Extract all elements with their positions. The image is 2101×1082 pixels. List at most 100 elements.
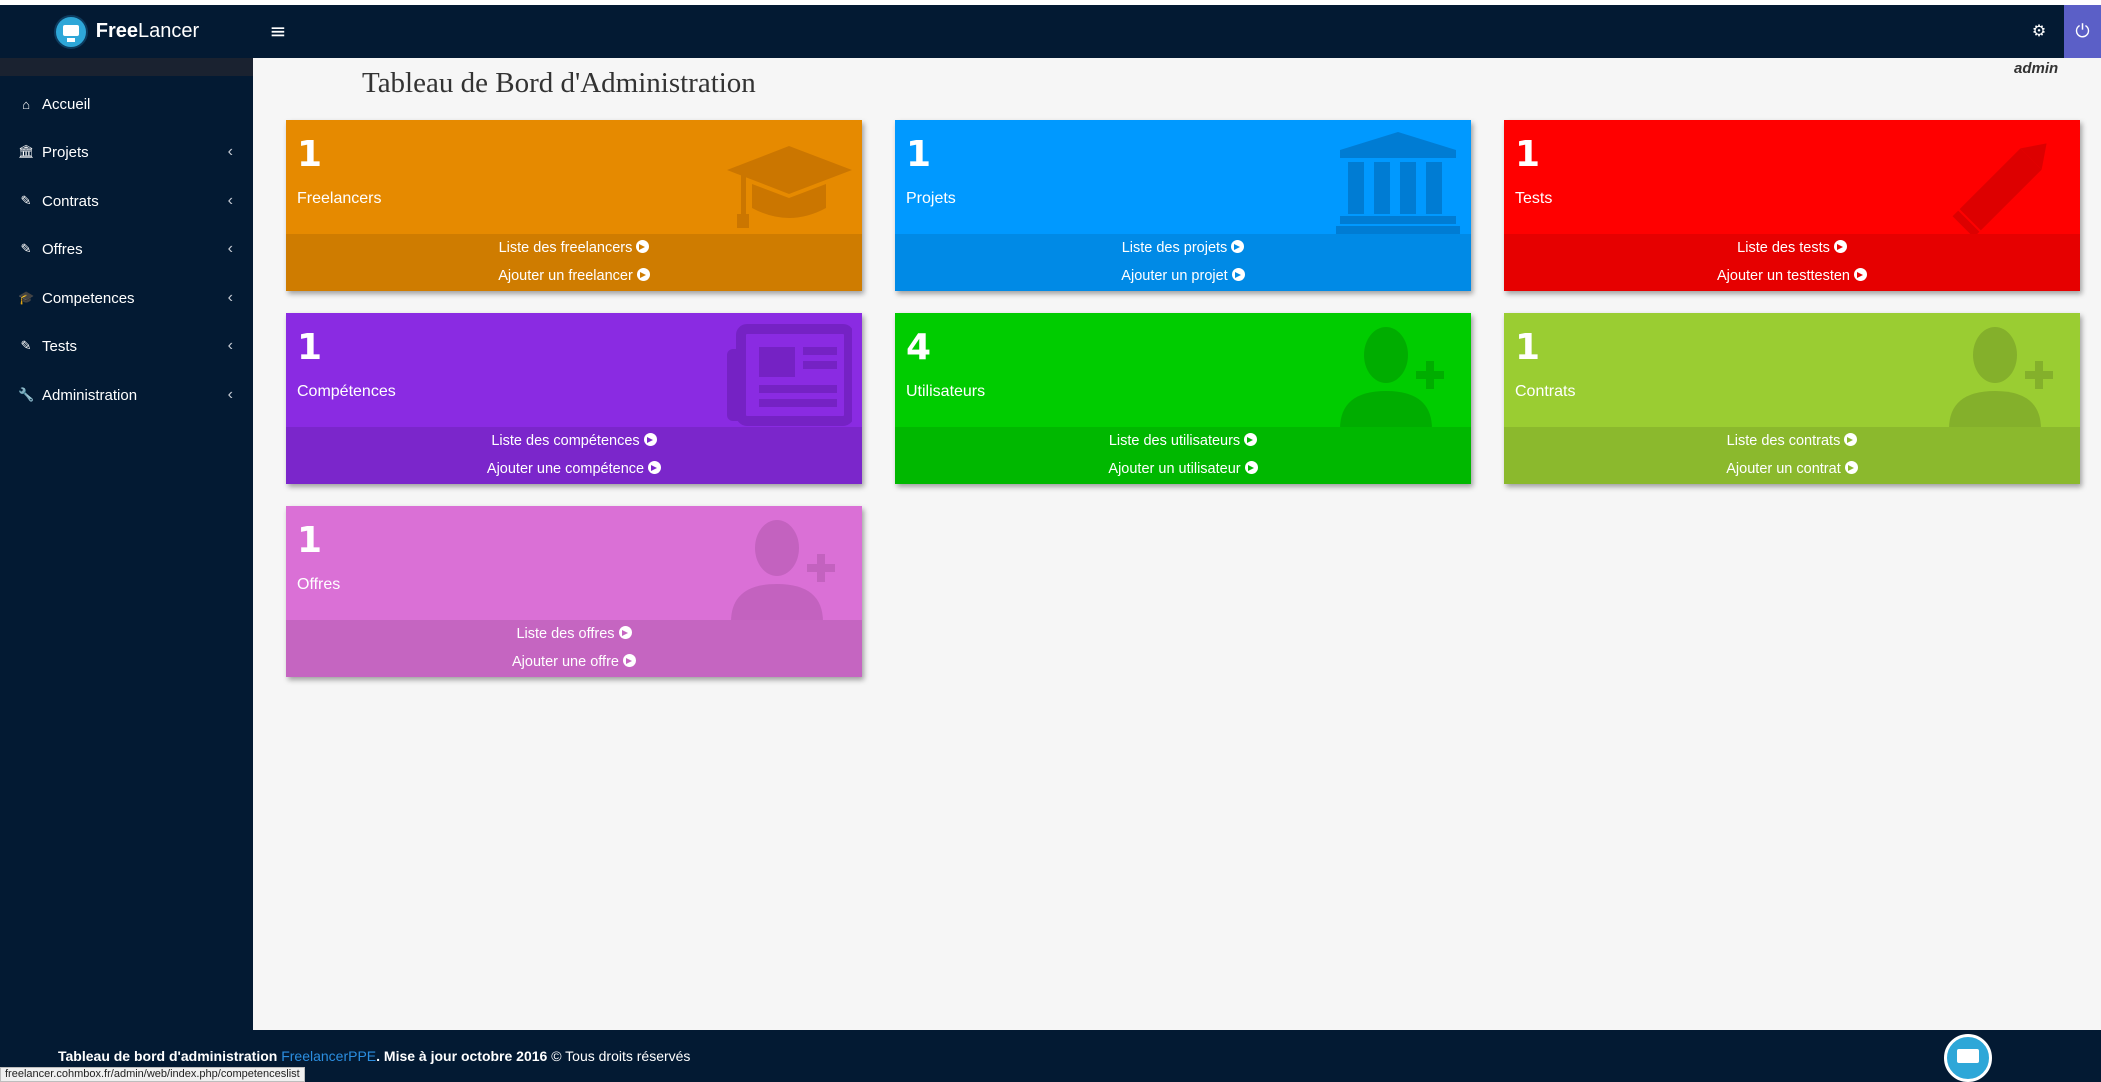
stat-card: 1 Compétences Liste des compétences Ajou…	[286, 313, 862, 484]
chevron-left-icon: ‹	[227, 386, 233, 403]
add-link-label: Ajouter une compétence	[486, 461, 645, 477]
footer-updated: . Mise à jour octobre 2016	[376, 1048, 548, 1064]
stat-card-footer: Liste des tests Ajouter un testtesten	[1504, 234, 2080, 291]
user-plus-icon	[1945, 321, 2070, 431]
add-link-label: Ajouter un freelancer	[498, 268, 633, 284]
footer-rights: © Tous droits réservés	[547, 1048, 691, 1064]
stat-card: 4 Utilisateurs Liste des utilisateurs Aj…	[895, 313, 1471, 484]
page-title: Tableau de Bord d'Administration	[362, 67, 756, 99]
arrow-circle-right-icon	[636, 268, 650, 281]
stat-label: Offres	[297, 576, 341, 593]
add-link[interactable]: Ajouter un utilisateur	[895, 461, 1471, 477]
top-navbar: FreeLancer ≡ ⚙ ⏻	[0, 5, 2101, 58]
list-link-label: Liste des contrats	[1726, 433, 1841, 449]
list-link[interactable]: Liste des contrats	[1504, 433, 2080, 449]
stat-card-footer: Liste des projets Ajouter un projet	[895, 234, 1471, 291]
footer-brand-link[interactable]: FreelancerPPE	[281, 1048, 376, 1064]
pencil-icon: ✎	[20, 338, 32, 353]
brand-logo[interactable]: FreeLancer	[0, 5, 253, 58]
list-link[interactable]: Liste des projets	[895, 240, 1471, 256]
list-link[interactable]: Liste des utilisateurs	[895, 433, 1471, 449]
bank-icon	[1336, 128, 1461, 238]
sidebar-item-label: Offres	[42, 240, 83, 258]
list-link[interactable]: Liste des tests	[1504, 240, 2080, 256]
home-icon: ⌂	[22, 96, 30, 112]
arrow-circle-right-icon	[1231, 268, 1245, 281]
stat-card-footer: Liste des freelancers Ajouter un freelan…	[286, 234, 862, 291]
stat-label: Utilisateurs	[906, 383, 986, 400]
stat-card-footer: Liste des contrats Ajouter un contrat	[1504, 427, 2080, 484]
list-link-label: Liste des compétences	[491, 433, 640, 449]
list-link-label: Liste des utilisateurs	[1108, 433, 1241, 449]
stat-count: 1	[1515, 327, 1541, 368]
list-link[interactable]: Liste des offres	[286, 626, 862, 642]
arrow-circle-right-icon	[1854, 268, 1867, 281]
add-link-label: Ajouter un projet	[1121, 268, 1228, 284]
add-link-label: Ajouter une offre	[512, 654, 619, 670]
add-link[interactable]: Ajouter une offre	[286, 654, 862, 670]
sidebar-item-projets[interactable]: 🏛 Projets ‹	[0, 128, 253, 176]
stat-card: 1 Contrats Liste des contrats Ajouter un…	[1504, 313, 2080, 484]
pencil-icon	[1945, 128, 2070, 238]
stat-card: 1 Projets Liste des projets Ajouter un p…	[895, 120, 1471, 291]
add-link-label: Ajouter un testtesten	[1717, 268, 1850, 284]
hamburger-icon[interactable]: ≡	[266, 17, 290, 45]
freelancer-logo-icon	[53, 14, 88, 49]
status-bar-url: freelancer.cohmbox.fr/admin/web/index.ph…	[0, 1067, 305, 1082]
list-link-label: Liste des tests	[1737, 240, 1830, 256]
sidebar-item-administration[interactable]: 🔧 Administration ‹	[0, 371, 253, 419]
sidebar-item-label: Projets	[42, 143, 89, 161]
current-user-label[interactable]: admin	[2014, 60, 2058, 77]
stat-card-footer: Liste des utilisateurs Ajouter un utilis…	[895, 427, 1471, 484]
sidebar: ⌂ Accueil 🏛 Projets ‹ ✎ Contrats ‹ ✎ Off…	[0, 58, 253, 1030]
add-link-label: Ajouter un contrat	[1726, 461, 1841, 477]
user-plus-icon	[1336, 321, 1461, 431]
footer-prefix: Tableau de bord d'administration	[58, 1048, 282, 1064]
arrow-circle-right-icon	[1844, 433, 1858, 446]
chevron-left-icon: ‹	[227, 289, 233, 306]
stat-label: Projets	[906, 190, 956, 207]
stat-count: 1	[297, 134, 323, 175]
power-icon: ⏻	[2075, 21, 2090, 42]
sidebar-item-competences[interactable]: 🎓 Competences ‹	[0, 274, 253, 322]
arrow-circle-right-icon	[648, 461, 662, 474]
chevron-left-icon: ‹	[227, 240, 233, 257]
stat-label: Freelancers	[297, 190, 382, 207]
arrow-circle-right-icon	[1244, 433, 1258, 446]
stat-count: 1	[297, 327, 323, 368]
add-link[interactable]: Ajouter un freelancer	[286, 268, 862, 284]
sidebar-item-offres[interactable]: ✎ Offres ‹	[0, 225, 253, 273]
chevron-left-icon: ‹	[227, 143, 233, 160]
sidebar-item-label: Contrats	[42, 192, 99, 210]
pencil-icon: ✎	[20, 241, 32, 256]
graduation-cap-icon: 🎓	[18, 290, 35, 305]
arrow-circle-right-icon	[1231, 240, 1245, 253]
sidebar-item-contrats[interactable]: ✎ Contrats ‹	[0, 177, 253, 225]
sidebar-item-accueil[interactable]: ⌂ Accueil	[0, 80, 253, 128]
stat-card: 1 Offres Liste des offres Ajouter une of…	[286, 506, 862, 677]
add-link[interactable]: Ajouter un testtesten	[1504, 268, 2080, 284]
stat-count: 1	[297, 520, 323, 561]
arrow-circle-right-icon	[636, 240, 650, 253]
cogs-icon[interactable]: ⚙	[2025, 17, 2053, 45]
add-link[interactable]: Ajouter un projet	[895, 268, 1471, 284]
sidebar-item-label: Accueil	[42, 95, 91, 113]
stat-card-footer: Liste des offres Ajouter une offre	[286, 620, 862, 677]
stat-count: 1	[906, 134, 932, 175]
stat-label: Contrats	[1515, 383, 1576, 400]
list-link[interactable]: Liste des freelancers	[286, 240, 862, 256]
power-button[interactable]: ⏻	[2064, 5, 2101, 58]
add-link[interactable]: Ajouter un contrat	[1504, 461, 2080, 477]
sidebar-item-tests[interactable]: ✎ Tests ‹	[0, 322, 253, 370]
add-link[interactable]: Ajouter une compétence	[286, 461, 862, 477]
list-link-label: Liste des projets	[1121, 240, 1228, 256]
graduation-cap-icon	[727, 128, 852, 238]
chevron-left-icon: ‹	[227, 192, 233, 209]
stat-card: 1 Freelancers Liste des freelancers Ajou…	[286, 120, 862, 291]
list-link[interactable]: Liste des compétences	[286, 433, 862, 449]
arrow-circle-right-icon	[622, 654, 636, 667]
stat-label: Tests	[1515, 190, 1553, 207]
stat-card: 1 Tests Liste des tests Ajouter un testt…	[1504, 120, 2080, 291]
add-link-label: Ajouter un utilisateur	[1108, 461, 1241, 477]
sidebar-item-label: Administration	[42, 386, 138, 404]
